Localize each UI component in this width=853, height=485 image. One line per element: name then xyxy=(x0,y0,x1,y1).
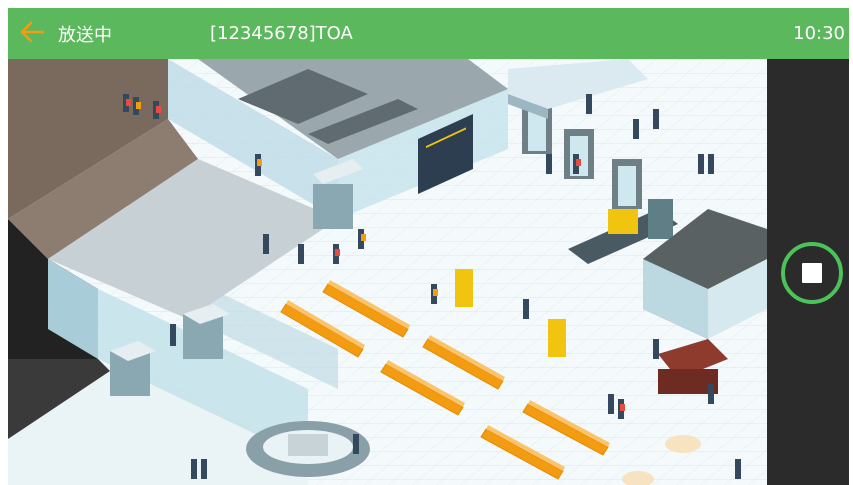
page-title: 放送中 xyxy=(58,24,112,46)
back-arrow-icon xyxy=(19,21,45,47)
clock: 10:30 xyxy=(793,23,845,44)
channel-label: [12345678]TOA xyxy=(210,23,353,44)
control-panel xyxy=(767,59,849,485)
airport-illustration xyxy=(8,59,767,485)
stop-icon xyxy=(802,263,822,283)
back-button[interactable] xyxy=(8,8,56,59)
stop-button[interactable] xyxy=(781,242,843,304)
top-bar: 放送中 [12345678]TOA 10:30 xyxy=(8,8,849,59)
